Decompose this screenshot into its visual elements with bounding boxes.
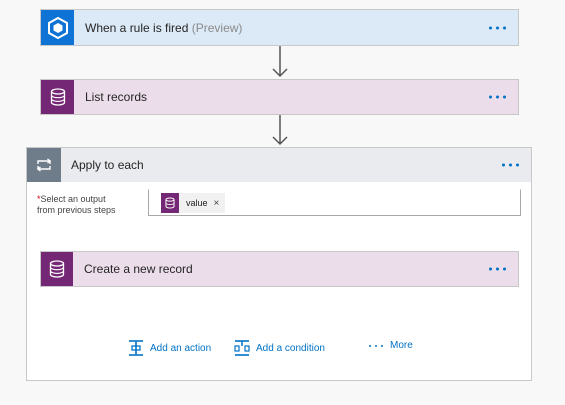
trigger-card[interactable]: When a rule is fired (Preview) <box>40 9 519 46</box>
database-icon <box>161 193 179 213</box>
add-action-icon <box>129 340 143 356</box>
apply-to-each-more-button[interactable] <box>498 160 523 171</box>
trigger-title: When a rule is fired (Preview) <box>85 20 243 35</box>
trigger-subtitle: (Preview) <box>191 20 243 35</box>
list-records-title: List records <box>85 90 148 104</box>
connector-arrow-icon <box>272 46 288 78</box>
list-records-more-button[interactable] <box>485 92 510 103</box>
select-output-label: *Select an output from previous steps <box>37 194 116 215</box>
database-icon <box>41 252 73 286</box>
apply-to-each-title: Apply to each <box>71 158 144 172</box>
create-record-card[interactable]: Create a new record <box>40 251 519 287</box>
hexagon-cube-icon <box>41 10 74 45</box>
trigger-more-button[interactable] <box>485 22 510 33</box>
add-condition-button[interactable]: Add a condition <box>233 340 325 356</box>
add-condition-icon <box>234 340 250 356</box>
apply-to-each-header[interactable]: Apply to each <box>27 148 531 182</box>
loop-icon <box>27 148 61 182</box>
value-token-label: value <box>186 198 208 208</box>
connector-arrow-icon <box>272 115 288 146</box>
create-record-more-button[interactable] <box>485 264 510 275</box>
add-action-button[interactable]: Add an action <box>127 340 211 356</box>
more-button[interactable]: More <box>369 340 413 351</box>
create-record-title: Create a new record <box>84 262 193 276</box>
list-records-card[interactable]: List records <box>40 79 519 115</box>
apply-to-each-container: Apply to each *Select an output from pre… <box>26 147 532 381</box>
value-token[interactable]: value × <box>161 193 226 213</box>
ellipsis-icon <box>369 344 383 347</box>
remove-token-button[interactable]: × <box>214 198 220 209</box>
database-icon <box>41 80 74 114</box>
select-output-field[interactable]: value × <box>148 189 521 216</box>
